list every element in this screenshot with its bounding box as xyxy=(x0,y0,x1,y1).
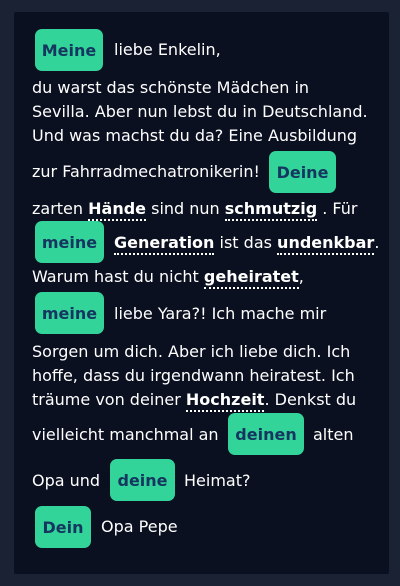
text-segment: , xyxy=(298,267,304,286)
letter-text-greeting: liebe Enkelin, xyxy=(114,40,221,59)
letter-line: hoffe, dass du irgendwann heiratest. Ich xyxy=(32,366,355,385)
word-chip-meine-3[interactable]: meine xyxy=(35,292,104,334)
underlined-word: undenkbar xyxy=(277,233,375,255)
letter-line: Und was machst du da? Eine Ausbildung xyxy=(32,126,358,145)
underlined-word: Hände xyxy=(88,199,147,221)
underlined-word: geheiratet xyxy=(203,267,299,289)
letter-line: träume von deiner Hochzeit. Denkst du xyxy=(32,389,382,412)
underlined-word: Generation xyxy=(114,233,215,255)
letter-line: zarten Hände sind nun schmutzig . Für xyxy=(32,198,382,221)
letter-line: Warum hast du nicht geheiratet, xyxy=(32,266,382,289)
word-chip-deine-2[interactable]: deine xyxy=(110,459,175,501)
letter-line: Sorgen um dich. Aber ich liebe dich. Ich xyxy=(32,342,351,361)
letter-signature: Opa Pepe xyxy=(101,517,178,536)
letter-text: Heimat? xyxy=(184,471,251,490)
underlined-word: Hochzeit xyxy=(185,390,265,412)
text-segment: . Denkst du xyxy=(264,390,357,409)
text-segment: sind nun xyxy=(146,199,225,218)
text-segment: . xyxy=(374,233,380,252)
letter-text: alten xyxy=(313,425,354,444)
text-segment: ist das xyxy=(214,233,278,252)
text-segment: . Für xyxy=(317,199,358,218)
text-segment: träume von deiner xyxy=(32,390,186,409)
letter-line: Generation ist das undenkbar. xyxy=(114,232,400,255)
word-chip-deine-1[interactable]: Deine xyxy=(269,151,336,193)
word-chip-dein[interactable]: Dein xyxy=(35,506,91,548)
letter-line: Sevilla. Aber nun lebst du in Deutschlan… xyxy=(32,102,368,121)
letter-text: Opa und xyxy=(32,471,101,490)
word-chip-meine-1[interactable]: Meine xyxy=(35,29,103,71)
text-segment: Warum hast du nicht xyxy=(32,267,204,286)
word-chip-meine-2[interactable]: meine xyxy=(35,221,104,263)
word-chip-deinen[interactable]: deinen xyxy=(228,413,304,455)
text-segment: zarten xyxy=(32,199,89,218)
underlined-word: schmutzig xyxy=(224,199,318,221)
letter-line: du warst das schönste Mädchen in xyxy=(32,78,310,97)
letter-line: liebe Yara?! Ich mache mir xyxy=(114,304,327,323)
